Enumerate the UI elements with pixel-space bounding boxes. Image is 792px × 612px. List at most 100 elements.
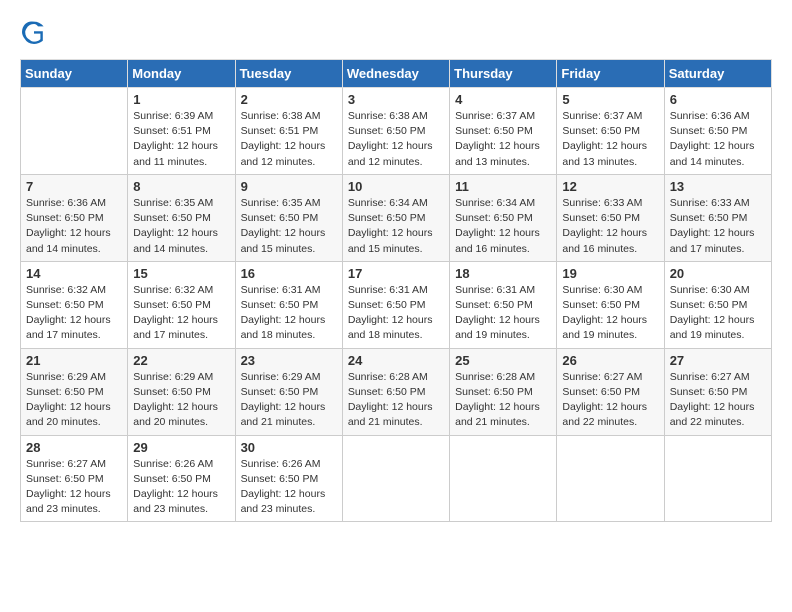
day-number: 13: [670, 179, 766, 194]
calendar-cell: [342, 435, 449, 522]
header-cell-thursday: Thursday: [450, 60, 557, 88]
day-info: Sunrise: 6:33 AM Sunset: 6:50 PM Dayligh…: [562, 196, 658, 257]
day-info: Sunrise: 6:26 AM Sunset: 6:50 PM Dayligh…: [241, 457, 337, 518]
day-info: Sunrise: 6:28 AM Sunset: 6:50 PM Dayligh…: [455, 370, 551, 431]
calendar-cell: 16 Sunrise: 6:31 AM Sunset: 6:50 PM Dayli…: [235, 261, 342, 348]
day-number: 4: [455, 92, 551, 107]
day-number: 16: [241, 266, 337, 281]
day-info: Sunrise: 6:32 AM Sunset: 6:50 PM Dayligh…: [133, 283, 229, 344]
day-info: Sunrise: 6:29 AM Sunset: 6:50 PM Dayligh…: [133, 370, 229, 431]
day-info: Sunrise: 6:37 AM Sunset: 6:50 PM Dayligh…: [455, 109, 551, 170]
day-info: Sunrise: 6:26 AM Sunset: 6:50 PM Dayligh…: [133, 457, 229, 518]
calendar-cell: 14Sunrise: 6:32 AM Sunset: 6:50 PM Dayli…: [21, 261, 128, 348]
day-number: 28: [26, 440, 122, 455]
calendar-week-3: 14 Sunrise: 6:32 AM Sunset: 6:50 PM Dayli…: [21, 261, 772, 348]
day-number: 3: [348, 92, 444, 107]
calendar-cell: 29 Sunrise: 6:26 AM Sunset: 6:50 PM Dayli…: [128, 435, 235, 522]
calendar-cell: [450, 435, 557, 522]
calendar-week-2: 7 Sunrise: 6:36 AM Sunset: 6:50 PM Daylig…: [21, 174, 772, 261]
day-number: 23: [241, 353, 337, 368]
calendar-cell: 20 Sunrise: 6:30 AM Sunset: 6:50 PM Dayli…: [664, 261, 771, 348]
day-number: 14: [26, 266, 122, 281]
calendar-cell: 28 Sunrise: 6:27 AM Sunset: 6:50 PM Dayli…: [21, 435, 128, 522]
calendar-week-1: 1 Sunrise: 6:39 AM Sunset: 6:51 PM Daylig…: [21, 88, 772, 175]
day-info: Sunrise: 6:31 AM Sunset: 6:50 PM Dayligh…: [455, 283, 551, 344]
calendar-cell: 5Sunrise: 6:37 AM Sunset: 6:50 PM Daylig…: [557, 88, 664, 175]
calendar-cell: 2Sunrise: 6:38 AM Sunset: 6:51 PM Daylig…: [235, 88, 342, 175]
day-number: 1: [133, 92, 229, 107]
day-number: 27: [670, 353, 766, 368]
day-info: Sunrise: 6:35 AM Sunset: 6:50 PM Dayligh…: [241, 196, 337, 257]
day-number: 22: [133, 353, 229, 368]
calendar-cell: 1 Sunrise: 6:39 AM Sunset: 6:51 PM Daylig…: [128, 88, 235, 175]
calendar-table: SundayMondayTuesdayWednesdayThursdayFrid…: [20, 59, 772, 522]
calendar-cell: [557, 435, 664, 522]
day-number: 26: [562, 353, 658, 368]
calendar-cell: 6Sunrise: 6:36 AM Sunset: 6:50 PM Daylig…: [664, 88, 771, 175]
calendar-cell: 27 Sunrise: 6:27 AM Sunset: 6:50 PM Dayli…: [664, 348, 771, 435]
header-cell-saturday: Saturday: [664, 60, 771, 88]
day-number: 9: [241, 179, 337, 194]
calendar-header: SundayMondayTuesdayWednesdayThursdayFrid…: [21, 60, 772, 88]
day-number: 29: [133, 440, 229, 455]
header-cell-friday: Friday: [557, 60, 664, 88]
header-cell-wednesday: Wednesday: [342, 60, 449, 88]
day-number: 8: [133, 179, 229, 194]
calendar-cell: 9 Sunrise: 6:35 AM Sunset: 6:50 PM Daylig…: [235, 174, 342, 261]
calendar-cell: 12 Sunrise: 6:33 AM Sunset: 6:50 PM Dayli…: [557, 174, 664, 261]
page-header: [20, 20, 772, 49]
calendar-cell: [21, 88, 128, 175]
day-number: 15: [133, 266, 229, 281]
day-info: Sunrise: 6:27 AM Sunset: 6:50 PM Dayligh…: [26, 457, 122, 518]
day-info: Sunrise: 6:30 AM Sunset: 6:50 PM Dayligh…: [562, 283, 658, 344]
calendar-week-4: 21Sunrise: 6:29 AM Sunset: 6:50 PM Dayli…: [21, 348, 772, 435]
logo: [20, 20, 48, 49]
day-number: 12: [562, 179, 658, 194]
day-number: 7: [26, 179, 122, 194]
day-number: 11: [455, 179, 551, 194]
day-info: Sunrise: 6:31 AM Sunset: 6:50 PM Dayligh…: [241, 283, 337, 344]
calendar-cell: 26 Sunrise: 6:27 AM Sunset: 6:50 PM Dayli…: [557, 348, 664, 435]
calendar-cell: 10 Sunrise: 6:34 AM Sunset: 6:50 PM Dayli…: [342, 174, 449, 261]
calendar-cell: 18Sunrise: 6:31 AM Sunset: 6:50 PM Dayli…: [450, 261, 557, 348]
day-number: 30: [241, 440, 337, 455]
day-number: 6: [670, 92, 766, 107]
logo-icon: [22, 20, 46, 44]
day-number: 17: [348, 266, 444, 281]
day-info: Sunrise: 6:36 AM Sunset: 6:50 PM Dayligh…: [26, 196, 122, 257]
calendar-cell: 3Sunrise: 6:38 AM Sunset: 6:50 PM Daylig…: [342, 88, 449, 175]
day-number: 20: [670, 266, 766, 281]
calendar-week-5: 28 Sunrise: 6:27 AM Sunset: 6:50 PM Dayli…: [21, 435, 772, 522]
day-number: 19: [562, 266, 658, 281]
calendar-cell: 4 Sunrise: 6:37 AM Sunset: 6:50 PM Daylig…: [450, 88, 557, 175]
header-cell-tuesday: Tuesday: [235, 60, 342, 88]
calendar-cell: 15 Sunrise: 6:32 AM Sunset: 6:50 PM Dayli…: [128, 261, 235, 348]
calendar-cell: 23 Sunrise: 6:29 AM Sunset: 6:50 PM Dayli…: [235, 348, 342, 435]
day-info: Sunrise: 6:27 AM Sunset: 6:50 PM Dayligh…: [670, 370, 766, 431]
day-info: Sunrise: 6:28 AM Sunset: 6:50 PM Dayligh…: [348, 370, 444, 431]
day-info: Sunrise: 6:29 AM Sunset: 6:50 PM Dayligh…: [26, 370, 122, 431]
day-number: 24: [348, 353, 444, 368]
day-info: Sunrise: 6:35 AM Sunset: 6:50 PM Dayligh…: [133, 196, 229, 257]
calendar-cell: 30 Sunrise: 6:26 AM Sunset: 6:50 PM Dayli…: [235, 435, 342, 522]
calendar-cell: 13Sunrise: 6:33 AM Sunset: 6:50 PM Dayli…: [664, 174, 771, 261]
day-info: Sunrise: 6:34 AM Sunset: 6:50 PM Dayligh…: [348, 196, 444, 257]
header-row: SundayMondayTuesdayWednesdayThursdayFrid…: [21, 60, 772, 88]
calendar-cell: [664, 435, 771, 522]
calendar-body: 1 Sunrise: 6:39 AM Sunset: 6:51 PM Daylig…: [21, 88, 772, 522]
day-info: Sunrise: 6:39 AM Sunset: 6:51 PM Dayligh…: [133, 109, 229, 170]
calendar-cell: 17 Sunrise: 6:31 AM Sunset: 6:50 PM Dayli…: [342, 261, 449, 348]
header-cell-sunday: Sunday: [21, 60, 128, 88]
calendar-cell: 7 Sunrise: 6:36 AM Sunset: 6:50 PM Daylig…: [21, 174, 128, 261]
day-info: Sunrise: 6:38 AM Sunset: 6:51 PM Dayligh…: [241, 109, 337, 170]
calendar-cell: 24 Sunrise: 6:28 AM Sunset: 6:50 PM Dayli…: [342, 348, 449, 435]
calendar-cell: 21Sunrise: 6:29 AM Sunset: 6:50 PM Dayli…: [21, 348, 128, 435]
day-info: Sunrise: 6:27 AM Sunset: 6:50 PM Dayligh…: [562, 370, 658, 431]
day-info: Sunrise: 6:34 AM Sunset: 6:50 PM Dayligh…: [455, 196, 551, 257]
header-cell-monday: Monday: [128, 60, 235, 88]
day-number: 25: [455, 353, 551, 368]
day-info: Sunrise: 6:30 AM Sunset: 6:50 PM Dayligh…: [670, 283, 766, 344]
day-info: Sunrise: 6:29 AM Sunset: 6:50 PM Dayligh…: [241, 370, 337, 431]
day-info: Sunrise: 6:31 AM Sunset: 6:50 PM Dayligh…: [348, 283, 444, 344]
day-number: 10: [348, 179, 444, 194]
